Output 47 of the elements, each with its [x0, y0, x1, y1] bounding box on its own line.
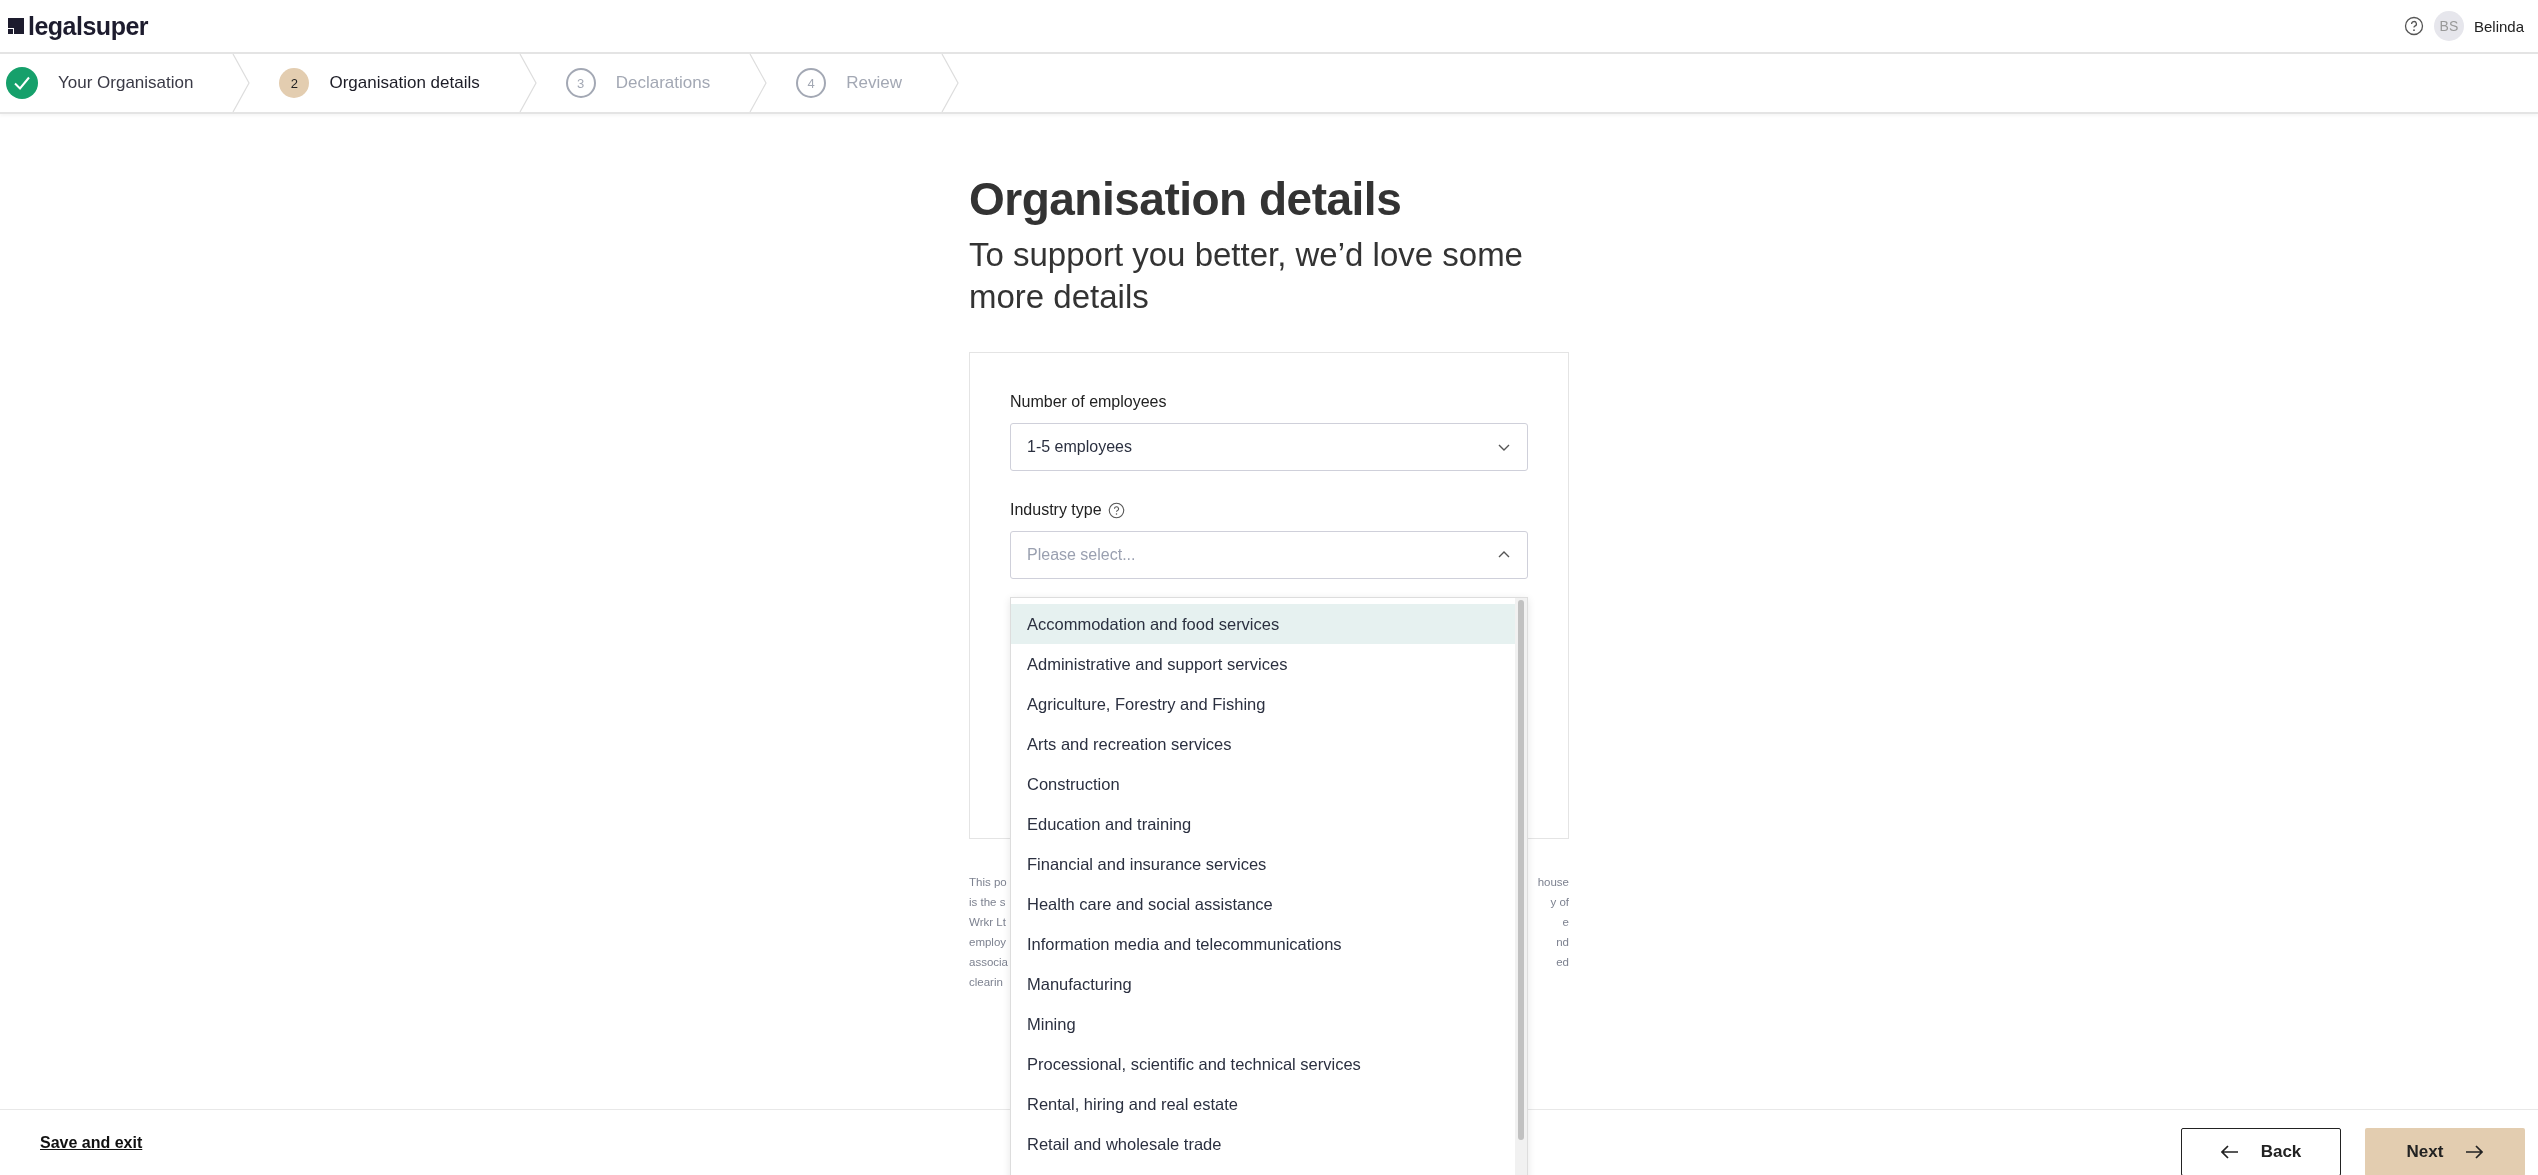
disclaimer-fragment: is the s	[969, 895, 1006, 910]
disclaimer-fragment: associa	[969, 955, 1008, 970]
back-button[interactable]: Back	[2181, 1127, 2341, 1175]
disclaimer-fragment: Wrkr Lt	[969, 915, 1006, 930]
disclaimer-fragment: This po	[969, 875, 1007, 890]
disclaimer-fragment: employ	[969, 935, 1007, 950]
employees-select[interactable]: 1-5 employees	[1010, 423, 1528, 471]
dropdown-option[interactable]: Accommodation and food services	[1011, 604, 1515, 644]
field-label: Number of employees	[1010, 393, 1168, 411]
disclaimer-fragment: e	[1562, 915, 1569, 930]
step-number: 3	[565, 68, 596, 98]
step-number: 4	[796, 68, 827, 98]
save-and-exit-link[interactable]: Save and exit	[40, 1133, 143, 1152]
disclaimer-fragment: y of	[1550, 895, 1569, 910]
dropdown-option[interactable]: Education and training	[1011, 804, 1515, 844]
dropdown-option[interactable]: Processional, scientific and technical services	[1011, 1044, 1515, 1084]
disclaimer-fragment: ed	[1556, 955, 1569, 970]
step-number: 2	[279, 68, 310, 98]
dropdown-option[interactable]: Administrative and support services	[1011, 644, 1515, 684]
arrow-right-icon	[2465, 1144, 2484, 1159]
page-title: Organisation details	[969, 172, 1403, 226]
dropdown-option[interactable]: Retail and wholesale trade	[1011, 1124, 1515, 1164]
disclaimer-fragment: house	[1537, 875, 1569, 890]
disclaimer-fragment: nd	[1556, 935, 1569, 950]
dropdown-option[interactable]: Manufacturing	[1011, 964, 1515, 1004]
disclaimer-fragment: clearin	[969, 975, 1003, 990]
next-button[interactable]: Next	[2365, 1127, 2525, 1175]
field-label: Industry type	[1010, 501, 1102, 519]
help-icon[interactable]	[1107, 501, 1125, 519]
step-tab[interactable]: 2 Organisation details	[251, 54, 538, 112]
step-tab[interactable]: Your Organisation	[0, 54, 252, 112]
logo-text: legalsuper	[28, 11, 149, 41]
help-icon[interactable]	[2403, 16, 2424, 36]
scrollbar[interactable]	[1515, 598, 1527, 1175]
page-subtitle: To support you better, we’d love some more details	[969, 235, 1524, 317]
logo-icon	[8, 18, 24, 34]
dropdown-option[interactable]: Mining	[1011, 1004, 1515, 1044]
dropdown-option[interactable]: Arts and recreation services	[1011, 724, 1515, 764]
dropdown-option[interactable]: Information media and telecommunications	[1011, 924, 1515, 964]
dropdown-option[interactable]: Rental, hiring and real estate	[1011, 1084, 1515, 1124]
check-icon	[6, 67, 38, 99]
arrow-left-icon	[2220, 1144, 2239, 1159]
dropdown-option[interactable]: Construction	[1011, 764, 1515, 804]
dropdown-option[interactable]: Financial and insurance services	[1011, 844, 1515, 884]
dropdown-option[interactable]: Health care and social assistance	[1011, 884, 1515, 924]
dropdown-option[interactable]: Agriculture, Forestry and Fishing	[1011, 684, 1515, 724]
user-name: Belinda	[2473, 17, 2524, 35]
